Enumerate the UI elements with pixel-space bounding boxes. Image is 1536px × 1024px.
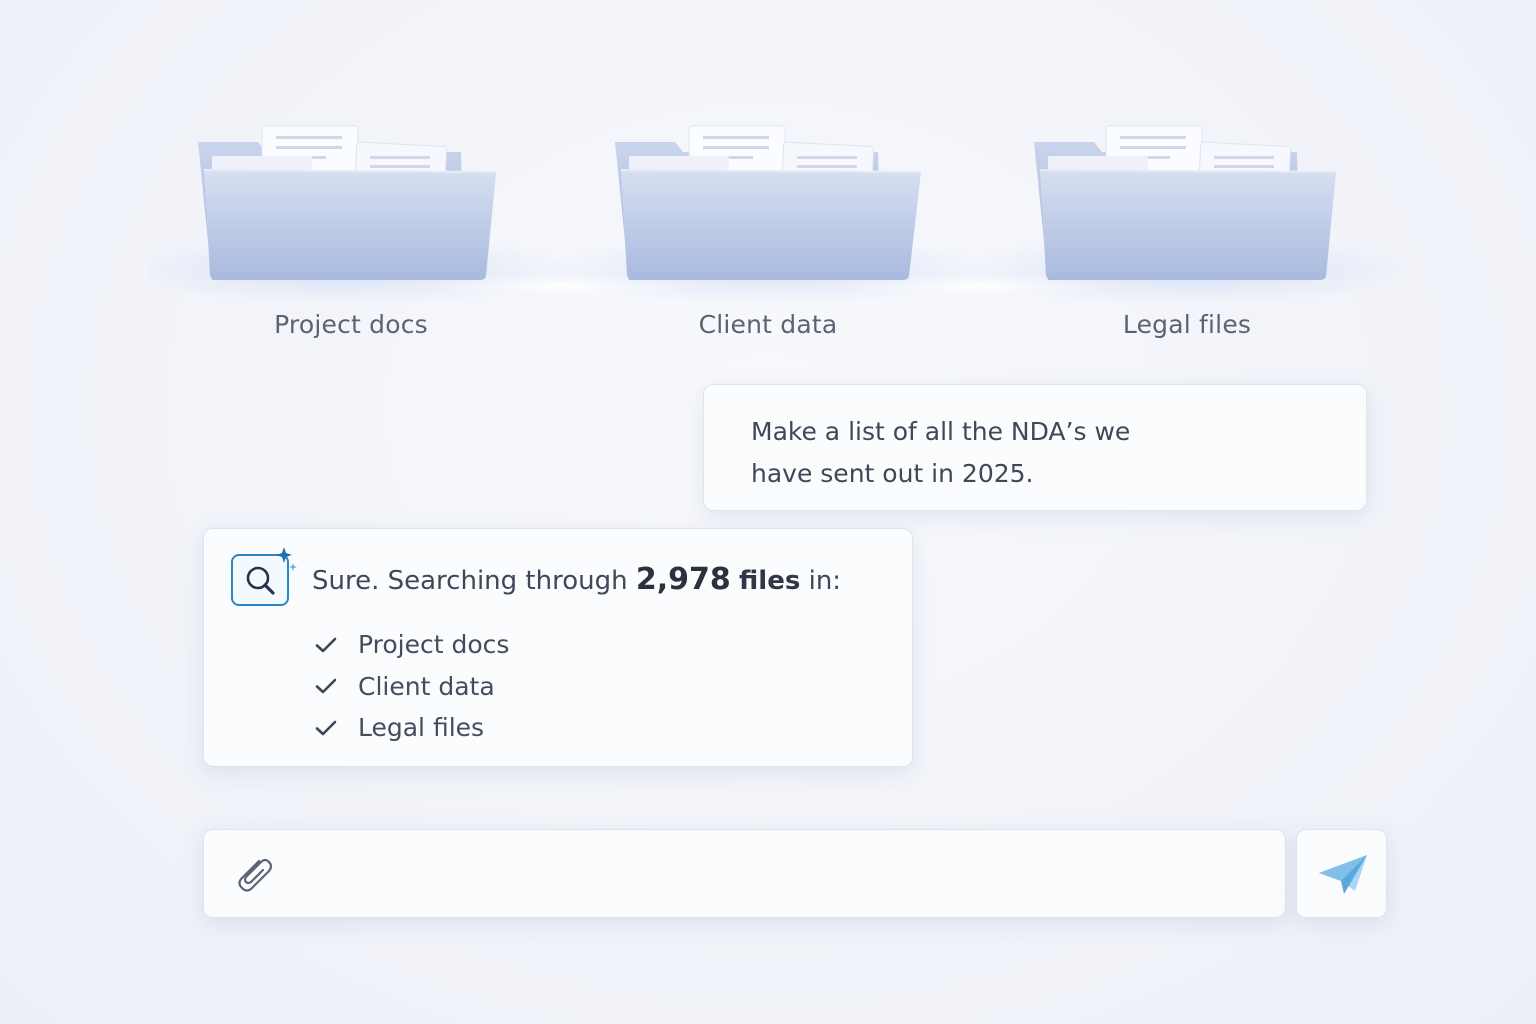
assistant-message-bubble: Sure. Searching through 2,978 files in: … xyxy=(203,528,913,767)
ai-search-icon xyxy=(231,547,297,606)
checkmark-icon xyxy=(315,720,337,736)
list-item: Project docs xyxy=(314,624,509,666)
file-count: 2,978 xyxy=(635,562,731,597)
folder-label: Client data xyxy=(698,310,838,339)
assistant-prefix: Sure. Searching through xyxy=(312,566,628,596)
folder-icon xyxy=(1034,125,1337,280)
paperclip-icon[interactable] xyxy=(228,849,278,899)
source-label: Legal files xyxy=(358,713,485,743)
checkmark-icon xyxy=(315,678,337,694)
send-button[interactable] xyxy=(1296,829,1387,918)
user-message-bubble: Make a list of all the NDA’s we have sen… xyxy=(703,384,1367,511)
source-label: Client data xyxy=(358,671,495,701)
assistant-suffix: in: xyxy=(808,566,842,596)
message-input[interactable] xyxy=(294,850,1264,898)
checkmark-icon xyxy=(315,637,337,653)
list-item: Client data xyxy=(314,666,509,708)
file-unit: files xyxy=(739,566,801,596)
assistant-message-text: Sure. Searching through 2,978 files in: xyxy=(312,562,841,597)
folder-label: Legal files xyxy=(1122,310,1252,339)
list-item: Legal files xyxy=(314,707,509,749)
folder-legal-files[interactable]: Legal files xyxy=(1032,120,1342,360)
folder-client-data[interactable]: Client data xyxy=(613,120,923,360)
user-message-text: Make a list of all the NDA’s we have sen… xyxy=(751,417,1131,488)
folder-label: Project docs xyxy=(274,310,428,339)
folder-icon xyxy=(198,125,497,280)
searched-sources-list: Project docs Client data Legal files xyxy=(314,624,509,749)
folder-project-docs[interactable]: Project docs xyxy=(196,120,506,360)
source-label: Project docs xyxy=(358,630,510,660)
paper-plane-icon xyxy=(1319,855,1367,894)
folder-icon xyxy=(615,125,922,280)
message-composer xyxy=(203,829,1286,918)
